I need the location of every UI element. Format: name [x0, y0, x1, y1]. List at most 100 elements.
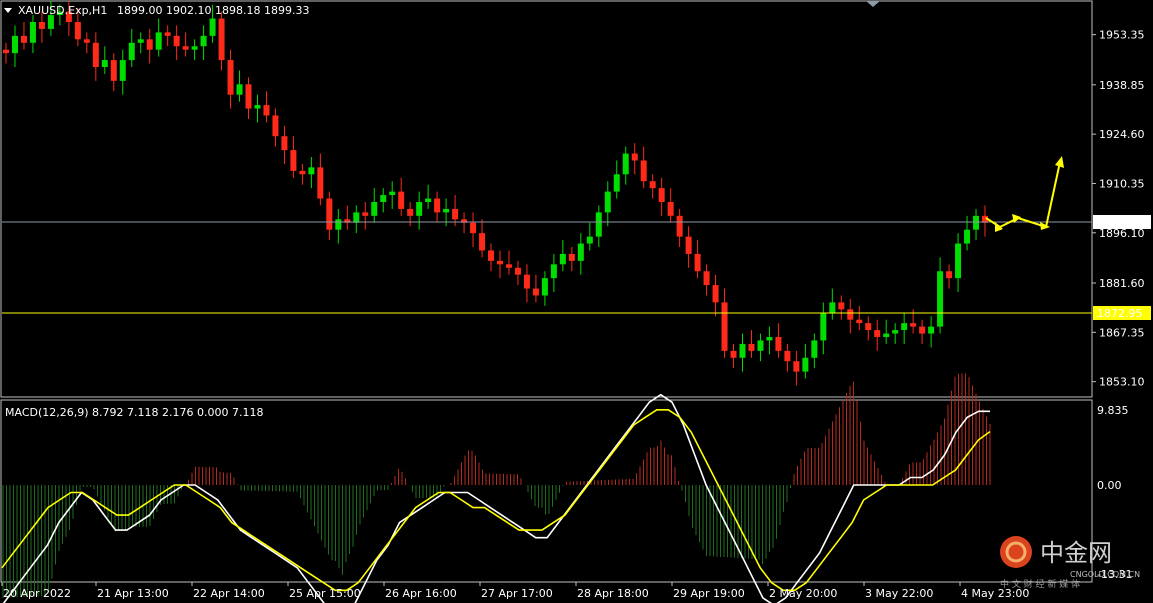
candle [955, 243, 962, 279]
candle [470, 222, 477, 234]
candle [739, 343, 746, 358]
candle [928, 326, 935, 334]
candle [200, 35, 207, 47]
candle [263, 105, 270, 116]
candle [757, 340, 764, 351]
candle [703, 271, 710, 286]
candle [245, 84, 252, 109]
candle [568, 253, 575, 261]
candle [658, 188, 665, 202]
time-axis: 20 Apr 2022 21 Apr 13:00 22 Apr 14:00 25 Ap… [1, 582, 1029, 600]
time-tick-label: 22 Apr 14:00 [193, 587, 265, 600]
candle [137, 39, 144, 43]
candle [856, 319, 863, 324]
candle [775, 337, 782, 351]
candle [389, 191, 396, 196]
candle [847, 309, 854, 320]
shift-marker-icon[interactable] [866, 1, 880, 7]
candle [838, 302, 845, 310]
candle [443, 208, 450, 213]
candles [3, 1, 988, 386]
time-tick-label: 29 Apr 19:00 [673, 587, 745, 600]
candle [901, 323, 908, 331]
candle [730, 350, 737, 358]
candle [425, 198, 432, 202]
candle [532, 288, 539, 296]
candle [110, 60, 117, 81]
price-tick-label: 1953.35 [1099, 29, 1145, 42]
candle [146, 39, 153, 50]
candle [488, 250, 495, 261]
support-price-label: 1872.95 [1097, 307, 1143, 320]
candle [496, 260, 503, 265]
candle [92, 42, 99, 67]
candle [712, 285, 719, 303]
candle [398, 191, 405, 209]
candle [622, 153, 629, 175]
symbol-label: XAUUSD.Exp,H1 [18, 4, 107, 17]
candle [784, 350, 791, 362]
candle [874, 330, 881, 337]
candle [119, 60, 126, 81]
candle [236, 84, 243, 95]
candle [182, 46, 189, 50]
watermark-brand: 中金网 [1040, 539, 1112, 567]
candle [326, 198, 333, 230]
watermark-tagline: 中 文 财 经 新 媒 体 [1000, 578, 1080, 590]
candle [317, 167, 324, 199]
candle [973, 215, 980, 230]
candle [74, 22, 81, 40]
price-panel-frame [0, 0, 1093, 398]
candle [685, 236, 692, 254]
candle [640, 160, 647, 182]
price-tick-label: 1938.85 [1099, 79, 1145, 92]
current-price-label: 1899.33 [1097, 216, 1143, 229]
candle [631, 153, 638, 161]
candle [308, 167, 315, 175]
collapse-triangle-icon[interactable] [4, 8, 12, 13]
time-tick-label: 28 Apr 18:00 [577, 587, 649, 600]
candle [209, 18, 216, 36]
candle [919, 326, 926, 334]
time-tick-label: 2 May 20:00 [769, 587, 837, 600]
candle [964, 229, 971, 244]
candle [29, 22, 36, 43]
candle [793, 361, 800, 372]
candle [20, 35, 27, 43]
candle [937, 271, 944, 327]
candle [586, 236, 593, 244]
candle [604, 191, 611, 213]
candle [892, 330, 899, 334]
watermark-logo-icon [1000, 536, 1032, 568]
price-tick-label: 1853.10 [1099, 376, 1145, 389]
candle [865, 323, 872, 331]
candle [748, 343, 755, 351]
candle [335, 219, 342, 230]
candle [910, 323, 917, 327]
candle [721, 302, 728, 351]
watermark-site: CNGOLD.COM.CN [1070, 570, 1140, 579]
candle [164, 32, 171, 36]
price-axis: 1953.351938.851924.601910.351896.101881.… [1092, 29, 1145, 389]
time-tick-label: 27 Apr 17:00 [481, 587, 553, 600]
candle [550, 264, 557, 279]
time-tick-label: 3 May 22:00 [865, 587, 933, 600]
candle [883, 333, 890, 337]
candle [811, 340, 818, 358]
candle [694, 253, 701, 272]
macd-tick-zero: 0.00 [1097, 479, 1122, 492]
candle [272, 115, 279, 137]
candle [479, 233, 486, 251]
price-tick-label: 1867.35 [1099, 326, 1145, 339]
candle [829, 302, 836, 313]
time-tick-label: 20 Apr 2022 [3, 587, 71, 600]
candle [613, 174, 620, 192]
candle [3, 49, 9, 54]
macd-tick-top: 9.835 [1097, 404, 1129, 417]
macd-label: MACD(12,26,9) 8.792 7.118 2.176 0.000 7.… [5, 406, 263, 419]
ohlc-label: 1899.00 1902.10 1898.18 1899.33 [117, 4, 309, 17]
candle [11, 35, 18, 54]
candle [155, 32, 162, 50]
candle [353, 212, 360, 223]
candle [649, 181, 656, 189]
